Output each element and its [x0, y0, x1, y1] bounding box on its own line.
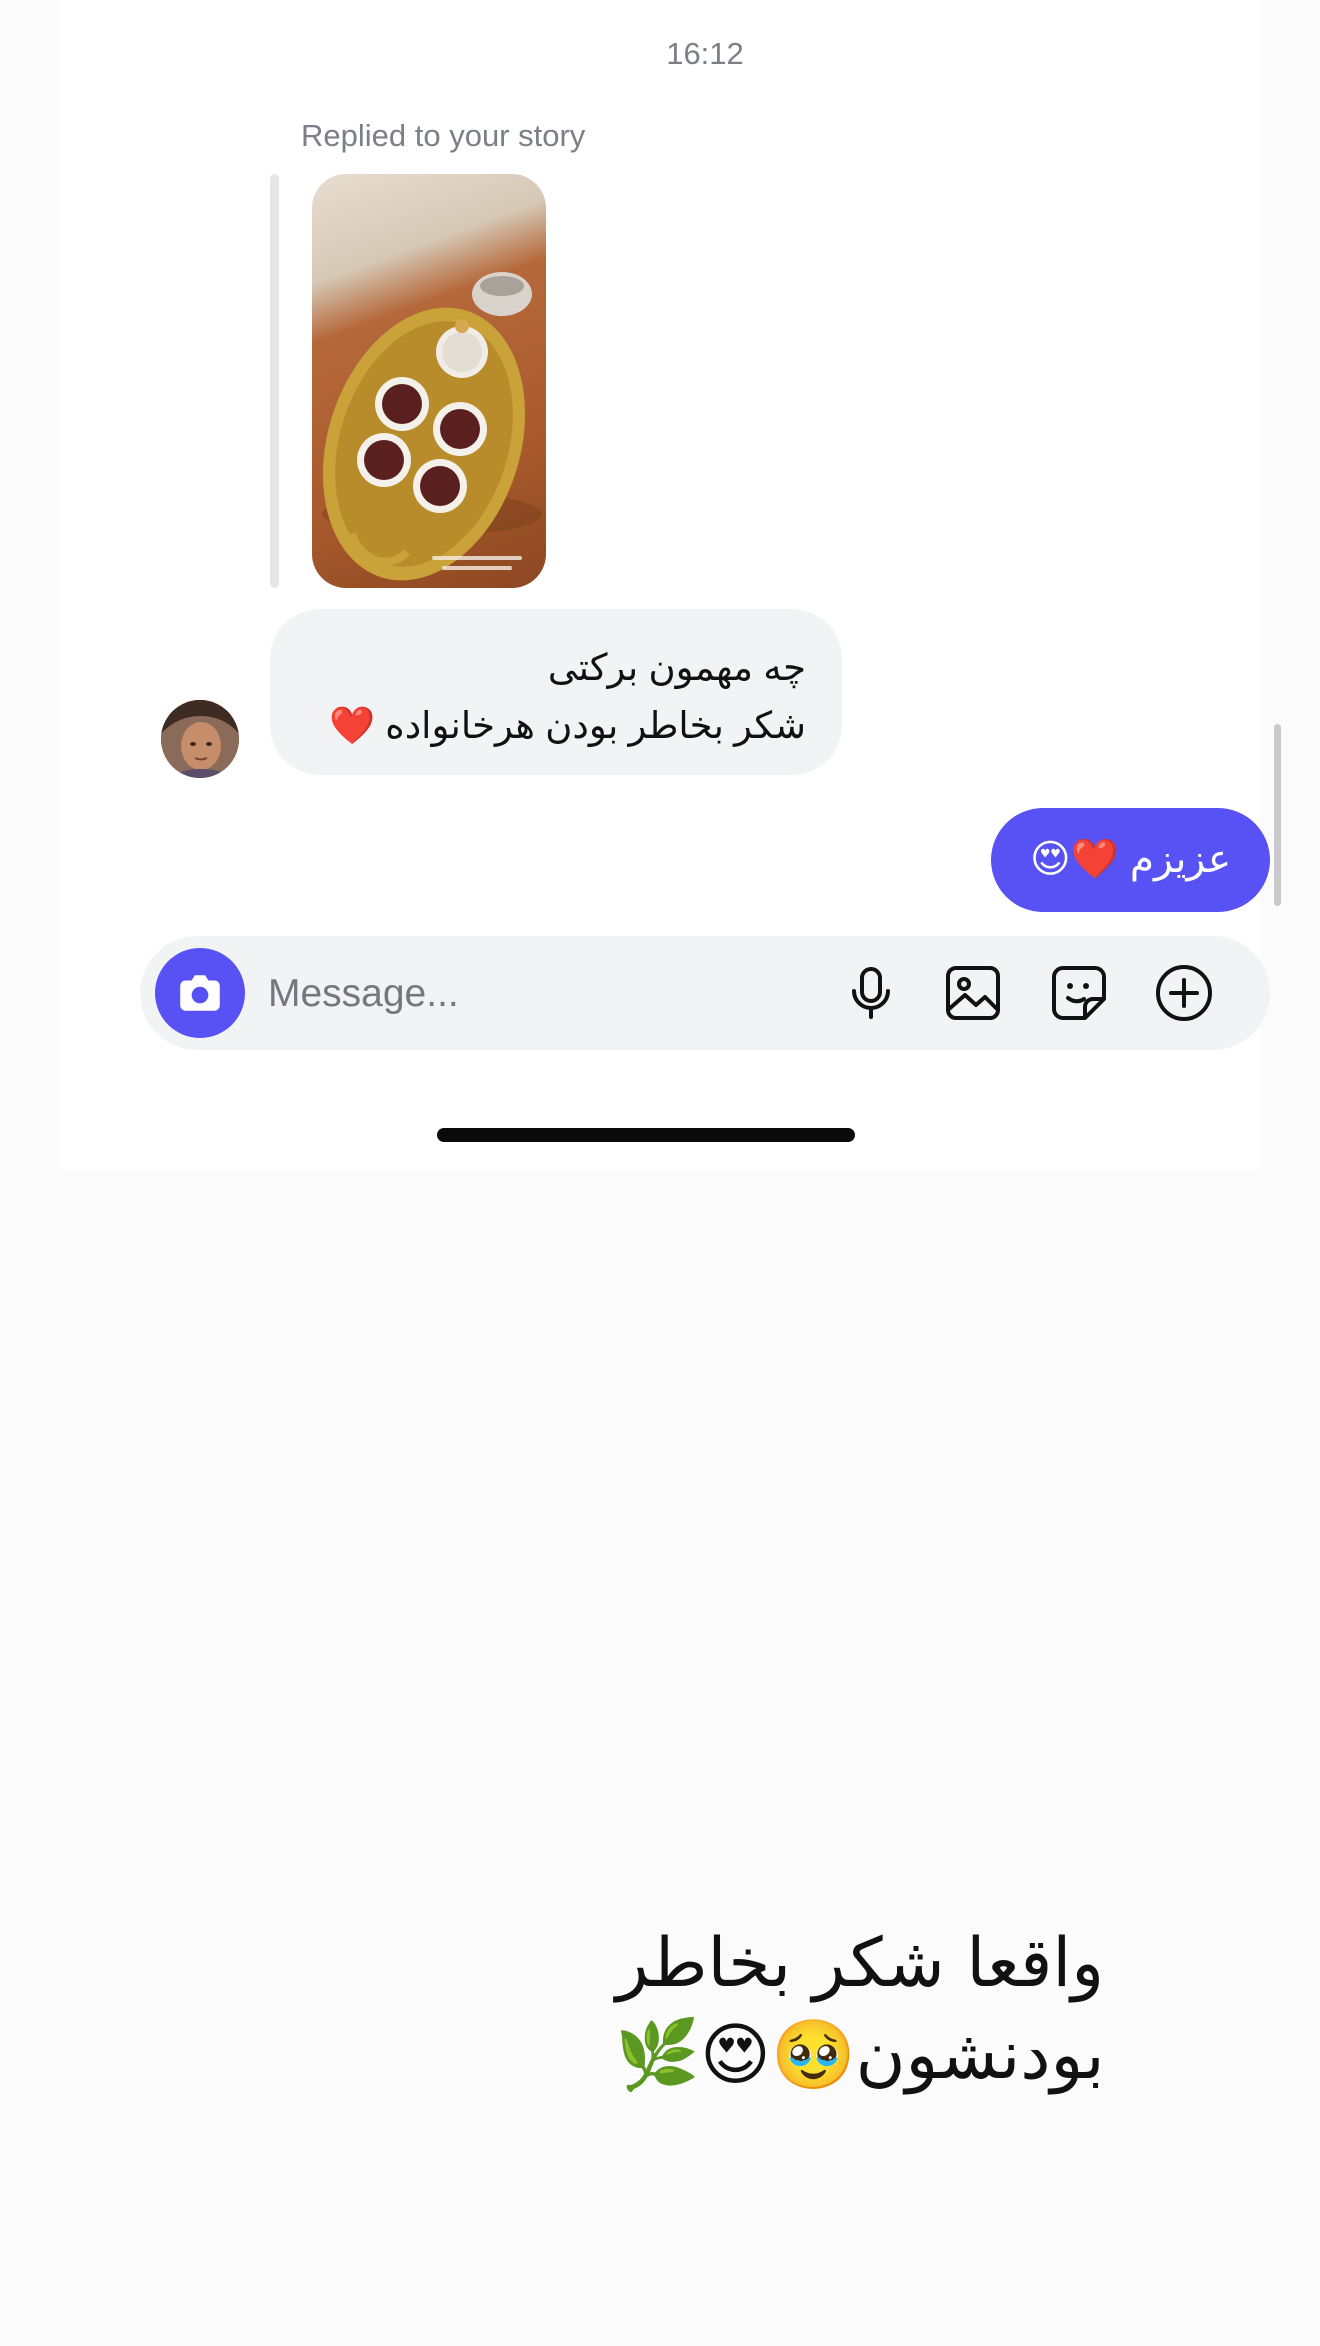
gallery-icon	[946, 966, 1000, 1020]
story-reply-label: Replied to your story	[301, 118, 586, 153]
screenshot-page: 16:12 Replied to your story چه مهمون برک…	[0, 0, 1320, 2346]
message-composer	[140, 936, 1270, 1050]
incoming-message-bubble[interactable]: چه مهمون برکتی شکر بخاطر بودن هرخانواده …	[270, 609, 842, 775]
sticker-icon	[1052, 966, 1106, 1020]
incoming-message-line-2: شکر بخاطر بودن هرخانواده ❤️	[328, 705, 806, 746]
sticker-button[interactable]	[1049, 963, 1109, 1023]
microphone-icon	[852, 967, 890, 1019]
sender-avatar[interactable]	[161, 700, 239, 778]
home-indicator[interactable]	[437, 1128, 855, 1142]
caption-line-1: واقعا شکر بخاطر	[615, 1924, 1105, 2003]
message-timestamp: 16:12	[666, 36, 744, 71]
story-thumbnail[interactable]	[312, 174, 546, 588]
tea-tray-illustration	[322, 272, 542, 581]
more-options-button[interactable]	[1154, 963, 1214, 1023]
chat-thread: 16:12 Replied to your story چه مهمون برک…	[60, 0, 1281, 1170]
microphone-button[interactable]	[841, 963, 901, 1023]
incoming-message-line-1: چه مهمون برکتی	[547, 647, 806, 688]
overlay-caption: واقعا شکر بخاطر بودنشون🥹😍🌿	[560, 1918, 1160, 2102]
gallery-button[interactable]	[943, 963, 1003, 1023]
avatar-portrait	[161, 700, 239, 778]
caption-line-2: بودنشون🥹😍🌿	[615, 2016, 1105, 2095]
plus-icon	[1156, 965, 1212, 1021]
chat-scrollbar[interactable]	[1274, 724, 1281, 906]
camera-button[interactable]	[155, 948, 245, 1038]
story-reply-bar	[270, 174, 279, 588]
message-input[interactable]	[268, 966, 698, 1022]
camera-icon	[180, 975, 220, 1011]
outgoing-message-bubble[interactable]: عزیزم ❤️😍	[991, 808, 1270, 912]
